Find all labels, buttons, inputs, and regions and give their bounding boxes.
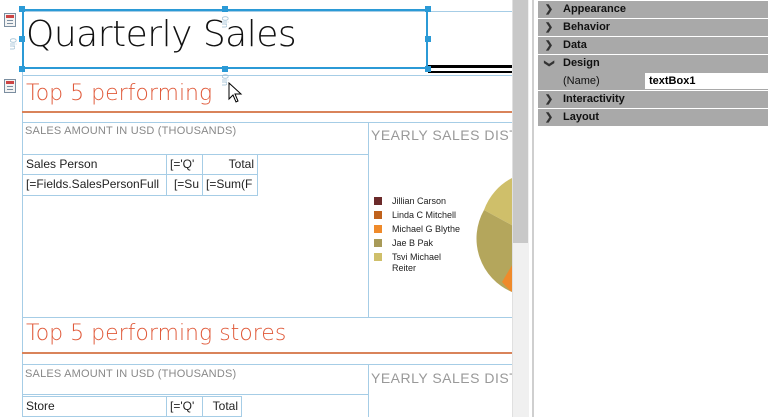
resize-handle[interactable]: [19, 36, 25, 42]
category-layout[interactable]: ❯ Layout: [538, 109, 768, 126]
section-heading[interactable]: Top 5 performing stores: [26, 321, 286, 346]
guide-line: [22, 394, 368, 395]
scrollbar-thumb[interactable]: [513, 0, 528, 243]
legend-label: Jillian Carson: [392, 196, 447, 206]
table-header-cell[interactable]: Total: [202, 396, 242, 417]
resize-handle[interactable]: [19, 66, 25, 72]
mouse-cursor-icon: [228, 82, 243, 103]
legend-item: Tsvi Michael Reiter: [374, 252, 444, 274]
category-interactivity[interactable]: ❯ Interactivity: [538, 91, 768, 108]
property-name: (Name): [563, 75, 600, 87]
category-behavior[interactable]: ❯ Behavior: [538, 19, 768, 36]
resize-handle[interactable]: [425, 66, 431, 72]
table-cell[interactable]: [=Sum(F: [202, 174, 258, 196]
property-value-input[interactable]: textBox1: [645, 73, 768, 89]
chart-legend[interactable]: Jillian Carson Linda C Mitchell Michael …: [374, 196, 469, 277]
header-rule: [428, 71, 512, 73]
category-label: Design: [563, 57, 600, 69]
ruler-mark: 0in: [8, 38, 18, 51]
resize-handle[interactable]: [425, 6, 431, 12]
property-row-name[interactable]: (Name) textBox1: [538, 72, 768, 90]
section-heading[interactable]: Top 5 performing: [26, 81, 212, 106]
heading-rule: [22, 352, 512, 354]
category-label: Data: [563, 39, 587, 51]
legend-swatch: [374, 253, 382, 261]
chart-caption: YEARLY SALES DISTR: [371, 127, 512, 143]
resize-handle[interactable]: [222, 66, 228, 72]
chevron-right-icon[interactable]: ❯: [542, 109, 556, 126]
table-cell[interactable]: [=Fields.SalesPersonFull: [22, 174, 167, 196]
legend-item: Jillian Carson: [374, 196, 469, 207]
guide-line: [22, 317, 512, 318]
category-data[interactable]: ❯ Data: [538, 37, 768, 54]
category-label: Appearance: [563, 3, 626, 15]
guide-line: [368, 122, 369, 317]
category-label: Layout: [563, 111, 600, 123]
table-header-cell[interactable]: [='Q': [166, 154, 203, 175]
table-header-cell[interactable]: [='Q': [166, 396, 203, 417]
resize-handle[interactable]: [19, 6, 25, 12]
legend-swatch: [374, 239, 382, 247]
amount-caption: SALES AMOUNT IN USD (THOUSANDS): [25, 125, 237, 137]
heading-rule: [22, 111, 512, 113]
resize-handle[interactable]: [425, 36, 431, 42]
report-title[interactable]: Quarterly Sales: [26, 14, 297, 55]
category-appearance[interactable]: ❯ Appearance: [538, 1, 768, 18]
category-label: Behavior: [563, 21, 611, 33]
report-design-surface[interactable]: Quarterly Sales 0in 0in 0in Top 5 perfor…: [0, 0, 512, 417]
ruler-mark: 0in: [220, 16, 230, 29]
legend-label: Michael G Blythe: [392, 224, 461, 234]
legend-item: Linda C Mitchell: [374, 210, 469, 221]
legend-swatch: [374, 197, 382, 205]
guide-line: [22, 364, 512, 365]
amount-caption: SALES AMOUNT IN USD (THOUSANDS): [25, 368, 237, 380]
category-design[interactable]: ❯ Design: [538, 55, 768, 72]
legend-label: Tsvi Michael Reiter: [392, 252, 442, 273]
guide-line: [22, 75, 512, 76]
chevron-right-icon[interactable]: ❯: [542, 91, 556, 108]
report-body-icon: [4, 79, 16, 93]
legend-swatch: [374, 225, 382, 233]
chart-caption: YEARLY SALES DISTR: [371, 370, 512, 386]
table-header-cell[interactable]: Total: [202, 154, 258, 175]
table-header-cell[interactable]: Store: [22, 396, 167, 417]
legend-item: Jae B Pak: [374, 238, 469, 249]
chevron-down-icon[interactable]: ❯: [541, 57, 558, 71]
legend-item: Michael G Blythe: [374, 224, 469, 235]
report-header-icon: [4, 13, 16, 27]
chevron-right-icon[interactable]: ❯: [542, 37, 556, 54]
header-rule: [428, 65, 512, 68]
table-header-cell[interactable]: Sales Person: [22, 154, 167, 175]
pie-chart[interactable]: [470, 170, 512, 300]
legend-label: Linda C Mitchell: [392, 210, 457, 220]
chevron-right-icon[interactable]: ❯: [542, 19, 556, 36]
guide-line: [368, 364, 369, 417]
guide-line: [22, 122, 512, 123]
legend-swatch: [374, 211, 382, 219]
category-label: Interactivity: [563, 93, 625, 105]
table-cell[interactable]: [=Su: [166, 174, 203, 196]
resize-handle[interactable]: [222, 6, 228, 12]
legend-label: Jae B Pak: [392, 238, 434, 248]
chevron-right-icon[interactable]: ❯: [542, 1, 556, 18]
